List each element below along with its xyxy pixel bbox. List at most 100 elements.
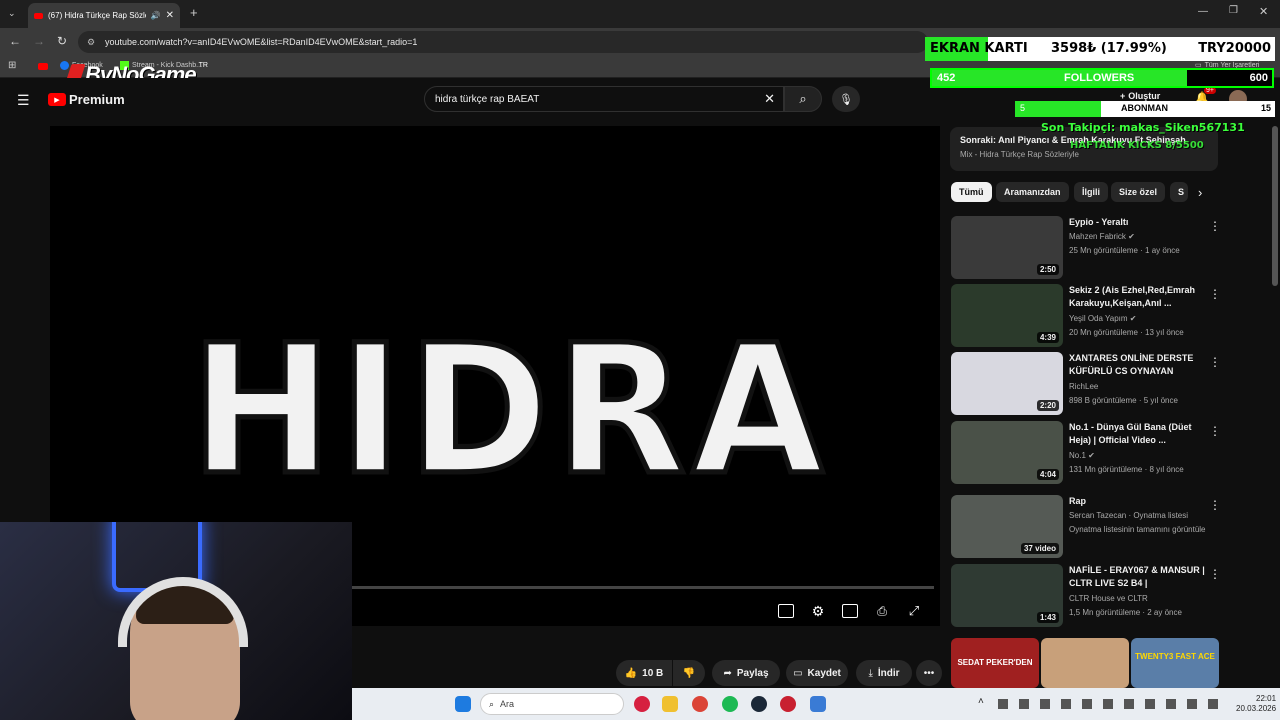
chip-all[interactable]: Tümü bbox=[951, 182, 992, 202]
video-thumbnail[interactable]: 4:04 bbox=[951, 421, 1063, 484]
video-thumbnail[interactable]: 37 video bbox=[951, 495, 1063, 558]
video-thumbnail[interactable]: 2:20 bbox=[951, 352, 1063, 415]
chip-for-you[interactable]: Size özel bbox=[1111, 182, 1166, 202]
video-channel[interactable]: CLTR House ve CLTR bbox=[1069, 594, 1148, 603]
app-icon-3[interactable] bbox=[810, 696, 826, 712]
file-explorer-icon[interactable] bbox=[662, 696, 678, 712]
close-tab-icon[interactable]: ✕ bbox=[166, 10, 174, 21]
subtitles-icon[interactable] bbox=[778, 604, 794, 618]
app-icon-2[interactable] bbox=[780, 696, 796, 712]
address-bar[interactable]: ⚙ youtube.com/watch?v=anID4EVwOME&list=R… bbox=[78, 31, 928, 53]
video-item[interactable]: 2:50 Eypio - Yeraltı Mahzen Fabrick ✔ 25 Mn… bbox=[951, 216, 1221, 280]
video-title[interactable]: Sekiz 2 (Ais Ezhel,Red,Emrah Karakuyu,Ke… bbox=[1069, 284, 1207, 310]
spotify-icon[interactable] bbox=[722, 696, 738, 712]
taskbar-search-icon: ⌕ bbox=[489, 698, 495, 709]
app-icon-1[interactable] bbox=[634, 696, 650, 712]
video-thumbnail[interactable]: 2:50 bbox=[951, 216, 1063, 279]
video-menu-icon[interactable]: ⋮ bbox=[1209, 220, 1221, 232]
video-menu-icon[interactable]: ⋮ bbox=[1209, 568, 1221, 580]
new-tab-icon[interactable]: + bbox=[190, 5, 198, 20]
restore-icon[interactable]: ❐ bbox=[1229, 5, 1238, 16]
miniplayer-icon[interactable] bbox=[842, 604, 858, 618]
video-title[interactable]: No.1 - Dünya Gül Bana (Düet Heja) | Offi… bbox=[1069, 421, 1207, 447]
steam-icon[interactable] bbox=[751, 696, 767, 712]
browser-tab[interactable]: (67) Hidra Türkçe Rap Sözle 🔊 ✕ bbox=[28, 3, 180, 28]
download-icon: ⤓ bbox=[868, 667, 873, 679]
video-item[interactable]: 37 video Rap Sercan Tazecan · Oynatma list… bbox=[951, 495, 1221, 559]
voice-search-button[interactable]: 🎙 bbox=[832, 86, 860, 112]
video-item[interactable]: 4:04 No.1 - Dünya Gül Bana (Düet Heja) | … bbox=[951, 421, 1221, 485]
video-duration: 2:20 bbox=[1036, 400, 1059, 411]
start-icon[interactable] bbox=[455, 696, 471, 712]
video-item[interactable]: 2:20 XANTARES ONLİNE DERSTE KÜFÜRLÜ CS OY… bbox=[951, 352, 1221, 416]
reload-icon[interactable]: ↻ bbox=[57, 34, 67, 48]
search-button[interactable]: ⌕ bbox=[784, 86, 822, 112]
speaker-icon[interactable]: 🔊 bbox=[151, 11, 161, 20]
last-follower-label: Son Takipçi: makas_Siken567131 bbox=[1041, 121, 1245, 134]
page-scrollbar[interactable] bbox=[1272, 126, 1278, 286]
sub-goal-widget: 5 ABONMAN 15 bbox=[1015, 101, 1275, 117]
more-actions-button[interactable]: ••• bbox=[916, 660, 942, 686]
youtube-play-icon: ▶ bbox=[48, 93, 66, 106]
bottom-thumb-3[interactable]: TWENTY3 FAST ACE bbox=[1131, 638, 1219, 688]
bottom-thumb-1[interactable]: SEDAT PEKER'DEN bbox=[951, 638, 1039, 688]
bottom-thumb-2[interactable] bbox=[1041, 638, 1129, 688]
video-thumbnail[interactable]: 1:43 bbox=[951, 564, 1063, 627]
video-channel[interactable]: No.1 ✔ bbox=[1069, 451, 1095, 460]
youtube-logo[interactable]: ▶ Premium bbox=[48, 92, 125, 107]
video-item[interactable]: 4:39 Sekiz 2 (Ais Ezhel,Red,Emrah Karakuy… bbox=[951, 284, 1221, 348]
youtube-favicon-icon bbox=[34, 12, 43, 19]
video-channel[interactable]: Sercan Tazecan · Oynatma listesi bbox=[1069, 511, 1188, 520]
apps-icon[interactable]: ⊞ bbox=[8, 60, 16, 71]
close-window-icon[interactable]: ✕ bbox=[1259, 5, 1268, 18]
webcam-feed bbox=[0, 522, 352, 720]
create-button[interactable]: + Oluştur bbox=[1120, 91, 1160, 101]
cast-icon[interactable]: ⎙ bbox=[874, 604, 890, 618]
save-button[interactable]: ▭ Kaydet bbox=[786, 660, 848, 686]
search-input[interactable]: hidra türkçe rap BAEAT ✕ bbox=[424, 86, 784, 112]
clear-search-icon[interactable]: ✕ bbox=[764, 91, 775, 107]
chips-next-icon[interactable]: › bbox=[1198, 185, 1202, 200]
minimize-icon[interactable]: — bbox=[1198, 6, 1208, 17]
clock[interactable]: 22:01 20.03.2026 bbox=[1236, 694, 1276, 714]
site-info-icon[interactable]: ⚙ bbox=[87, 37, 95, 48]
video-title[interactable]: NAFİLE - ERAY067 & MANSUR | CLTR LIVE S2… bbox=[1069, 564, 1207, 590]
chrome-icon[interactable] bbox=[692, 696, 708, 712]
video-title[interactable]: XANTARES ONLİNE DERSTE KÜFÜRLÜ CS OYNAYA… bbox=[1069, 352, 1207, 378]
video-item[interactable]: 1:43 NAFİLE - ERAY067 & MANSUR | CLTR LIV… bbox=[951, 564, 1221, 628]
video-thumbnail[interactable]: 4:39 bbox=[951, 284, 1063, 347]
sub-progress-fill bbox=[1015, 101, 1101, 117]
menu-icon[interactable]: ☰ bbox=[17, 92, 30, 109]
progress-bar[interactable] bbox=[350, 586, 934, 589]
taskbar-search[interactable]: ⌕ Ara bbox=[480, 693, 624, 715]
forward-icon[interactable]: → bbox=[33, 34, 45, 48]
tray-chevron-icon[interactable]: ˄ bbox=[978, 696, 984, 707]
like-button[interactable]: 👍 10 B bbox=[616, 660, 672, 686]
share-icon: ➦ bbox=[723, 667, 732, 679]
video-title[interactable]: Eypio - Yeraltı bbox=[1069, 216, 1207, 229]
video-title[interactable]: Rap bbox=[1069, 495, 1207, 508]
back-icon[interactable]: ← bbox=[9, 34, 21, 48]
mic-icon: 🎙 bbox=[839, 93, 853, 106]
youtube-bookmark-icon[interactable] bbox=[38, 63, 48, 70]
video-channel[interactable]: Yeşil Oda Yapım ✔ bbox=[1069, 314, 1137, 323]
settings-icon[interactable]: ⚙ bbox=[810, 603, 826, 619]
tab-search-icon[interactable]: ⌄ bbox=[8, 8, 20, 20]
video-menu-icon[interactable]: ⋮ bbox=[1209, 356, 1221, 368]
dislike-button[interactable]: 👎 bbox=[673, 660, 705, 686]
chip-more[interactable]: S bbox=[1170, 182, 1188, 202]
video-channel[interactable]: Mahzen Fabrick ✔ bbox=[1069, 232, 1135, 241]
video-meta: 898 B görüntüleme · 5 yıl önce bbox=[1069, 396, 1178, 405]
share-button[interactable]: ➦ Paylaş bbox=[712, 660, 780, 686]
save-icon: ▭ bbox=[793, 667, 803, 679]
video-menu-icon[interactable]: ⋮ bbox=[1209, 499, 1221, 511]
video-menu-icon[interactable]: ⋮ bbox=[1209, 288, 1221, 300]
video-channel[interactable]: RichLee bbox=[1069, 382, 1098, 391]
fullscreen-icon[interactable]: ⤢ bbox=[906, 603, 922, 618]
chip-related[interactable]: İlgili bbox=[1074, 182, 1108, 202]
weekly-kicks-label: HAFTALIK KICKS 8/5500 bbox=[1070, 140, 1204, 151]
video-menu-icon[interactable]: ⋮ bbox=[1209, 425, 1221, 437]
download-button[interactable]: ⤓ İndir bbox=[856, 660, 912, 686]
chip-from-search[interactable]: Aramanızdan bbox=[996, 182, 1069, 202]
gpu-goal-widget: EKRAN KARTI 3598₺ (17.99%) TRY20000 bbox=[925, 37, 1275, 61]
